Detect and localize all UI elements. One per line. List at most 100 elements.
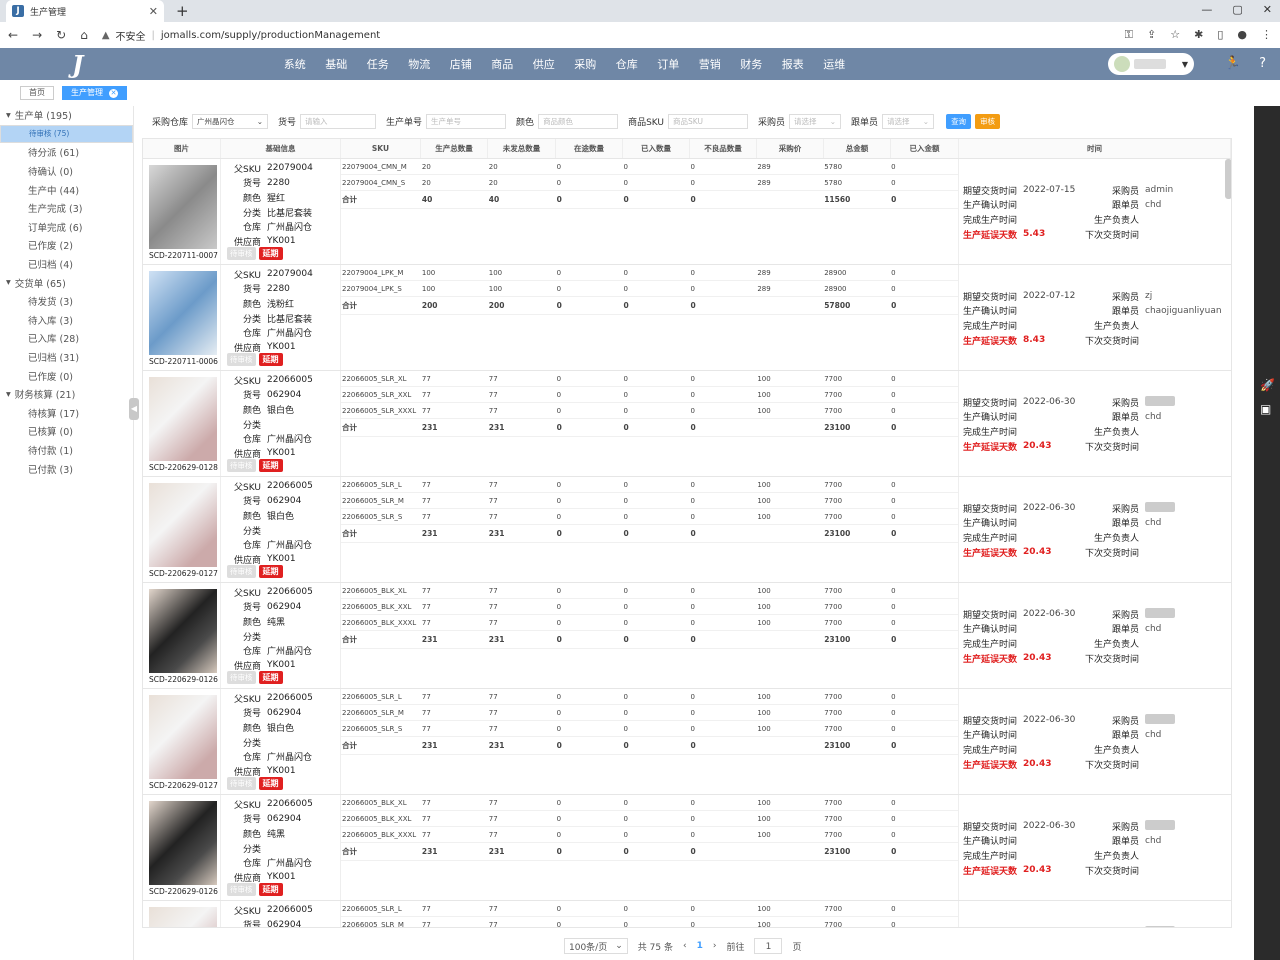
menu-item[interactable]: 仓库 [606,56,648,72]
menu-item[interactable]: 物流 [399,56,441,72]
sidebar-item[interactable]: 已入库 (28) [0,329,133,348]
sidebar-group-header[interactable]: ▾ 财务核算 (21) [0,385,133,404]
table-row[interactable]: SCD-220629-0128 父SKU 22066005 货号 062904 颜色 银白… [143,371,1231,477]
sidebar-item[interactable]: 待付款 (1) [0,441,133,460]
page-size-select[interactable]: 100条/页 ⌄ [564,938,628,954]
sidebar-group-header[interactable]: ▾ 交货单 (65) [0,273,133,292]
menu-item[interactable]: 任务 [357,56,399,72]
order-code[interactable]: SCD-220629-0128 [149,463,218,472]
menu-item[interactable]: 商品 [482,56,524,72]
browser-tab[interactable]: J 生产管理 ✕ [6,0,164,22]
product-photo[interactable] [149,907,217,927]
order-code[interactable]: SCD-220629-0127 [149,569,218,578]
menu-item[interactable]: 运维 [814,56,856,72]
sidebar-item[interactable]: 已作废 (2) [0,236,133,255]
product-photo[interactable] [149,589,217,673]
sidebar-item[interactable]: 待审核 (75) [0,124,133,144]
order-code[interactable]: SCD-220629-0126 [149,887,218,896]
sidebar-item[interactable]: 待确认 (0) [0,162,133,181]
menu-item[interactable]: 营销 [689,56,731,72]
close-tab-icon[interactable]: ✕ [149,5,158,18]
menu-item[interactable]: 财务 [731,56,773,72]
sidebar-item[interactable]: 订单完成 (6) [0,218,133,237]
product-photo[interactable] [149,377,217,461]
order-code[interactable]: SCD-220711-0007 [149,251,218,260]
product-photo[interactable] [149,271,217,355]
product-photo[interactable] [149,165,217,249]
table-row[interactable]: SCD-220629-0126 父SKU 22066005 货号 062904 颜色 纯黑… [143,583,1231,689]
color-input[interactable]: 商品颜色 [538,113,619,129]
share-icon[interactable]: ⇪ [1147,28,1156,42]
table-row[interactable]: SCD-220629-0127 父SKU 22066005 货号 062904 颜色 银白… [143,689,1231,795]
menu-item[interactable]: 店铺 [440,56,482,72]
sidebar-item[interactable]: 待发货 (3) [0,292,133,311]
new-tab-button[interactable]: + [176,2,189,20]
goto-input[interactable]: 1 [754,938,783,954]
sidebar-item[interactable]: 待入库 (3) [0,311,133,330]
user-dropdown[interactable]: ▼ [1108,53,1194,75]
profile-icon[interactable]: ● [1237,28,1247,42]
table-row[interactable]: SCD-220629-0126 父SKU 22066005 货号 062904 颜色 纯黑… [143,795,1231,901]
query-button[interactable]: 查询 [946,113,972,129]
extensions-icon[interactable]: ✱ [1194,28,1203,42]
reload-icon[interactable]: ↻ [56,28,66,42]
sidebar-item[interactable]: 已核算 (0) [0,422,133,441]
back-icon[interactable]: ← [8,28,18,42]
order-code[interactable]: SCD-220711-0006 [149,357,218,366]
sidebar-item[interactable]: 已作废 (0) [0,366,133,385]
order-code[interactable]: SCD-220629-0126 [149,675,218,684]
restore-icon[interactable]: ▢ [1232,3,1242,16]
rocket-icon[interactable]: 🚀 [1260,378,1275,392]
menu-item[interactable]: 系统 [274,56,316,72]
next-page-icon[interactable]: › [713,941,717,951]
help-icon[interactable]: ? [1259,56,1266,71]
home-icon[interactable]: ⌂ [80,28,88,42]
sidepanel-icon[interactable]: ▯ [1217,28,1223,42]
menu-item[interactable]: 供应 [523,56,565,72]
follower-select[interactable]: 请选择 ⌄ [882,113,935,129]
sidebar-item[interactable]: 已归档 (31) [0,348,133,367]
product-photo[interactable] [149,695,217,779]
tag-home[interactable]: 首页 [20,86,54,100]
sidebar-group-header[interactable]: ▾ 生产单 (195) [0,106,133,125]
key-icon[interactable]: ⚿ [1125,28,1133,42]
close-window-icon[interactable]: ✕ [1263,3,1272,16]
address-bar[interactable]: ▲ 不安全 | jomalls.com/supply/productionMan… [102,28,1111,43]
warehouse-select[interactable]: 广州晶闪仓 ⌄ [192,113,269,129]
app-logo[interactable]: J [72,50,102,79]
sidebar-item[interactable]: 待分派 (61) [0,143,133,162]
order-code[interactable]: SCD-220629-0127 [149,781,218,790]
table-row[interactable]: SCD-220629-0127 父SKU 22066005 货号 062904 颜色 银白… [143,477,1231,583]
tag-production[interactable]: 生产管理 ✕ [62,86,127,100]
buyer-select[interactable]: 请选择 ⌄ [789,113,842,129]
sidebar-item[interactable]: 生产完成 (3) [0,199,133,218]
sidebar-item[interactable]: 已归档 (4) [0,255,133,274]
close-tag-icon[interactable]: ✕ [109,88,118,98]
runner-icon[interactable]: 🏃 [1225,56,1241,71]
table-row[interactable]: SCD-220711-0006 父SKU 22079004 货号 2280 颜色 浅粉红分… [143,265,1231,371]
current-page[interactable]: 1 [697,941,703,951]
sidebar-item[interactable]: 待核算 (17) [0,404,133,423]
sidebar-item[interactable]: 已付款 (3) [0,459,133,478]
contact-icon[interactable]: ▣ [1260,402,1271,416]
sidebar-item[interactable]: 生产中 (44) [0,180,133,199]
table-row[interactable]: 父SKU22066005货号062904颜色银白色分类仓库供应商 待审核 延期 … [143,901,1231,927]
product-photo[interactable] [149,801,217,885]
menu-item[interactable]: 订单 [648,56,690,72]
scrollbar[interactable] [1225,159,1231,199]
table-row[interactable]: SCD-220711-0007 父SKU 22079004 货号 2280 颜色 猩红 分类… [143,159,1231,265]
goods-input[interactable]: 请输入 [300,113,377,129]
base-value: 2280 [267,177,290,188]
order-input[interactable]: 生产单号 [426,113,507,129]
more-icon[interactable]: ⋮ [1261,28,1272,42]
product-photo[interactable] [149,483,217,567]
forward-icon[interactable]: → [32,28,42,42]
menu-item[interactable]: 报表 [772,56,814,72]
star-icon[interactable]: ☆ [1170,28,1180,42]
menu-item[interactable]: 采购 [565,56,607,72]
audit-button[interactable]: 审核 [975,113,1001,129]
menu-item[interactable]: 基础 [316,56,358,72]
prev-page-icon[interactable]: ‹ [683,941,687,951]
sku-input[interactable]: 商品SKU [668,113,749,129]
minimize-icon[interactable]: — [1201,3,1212,16]
